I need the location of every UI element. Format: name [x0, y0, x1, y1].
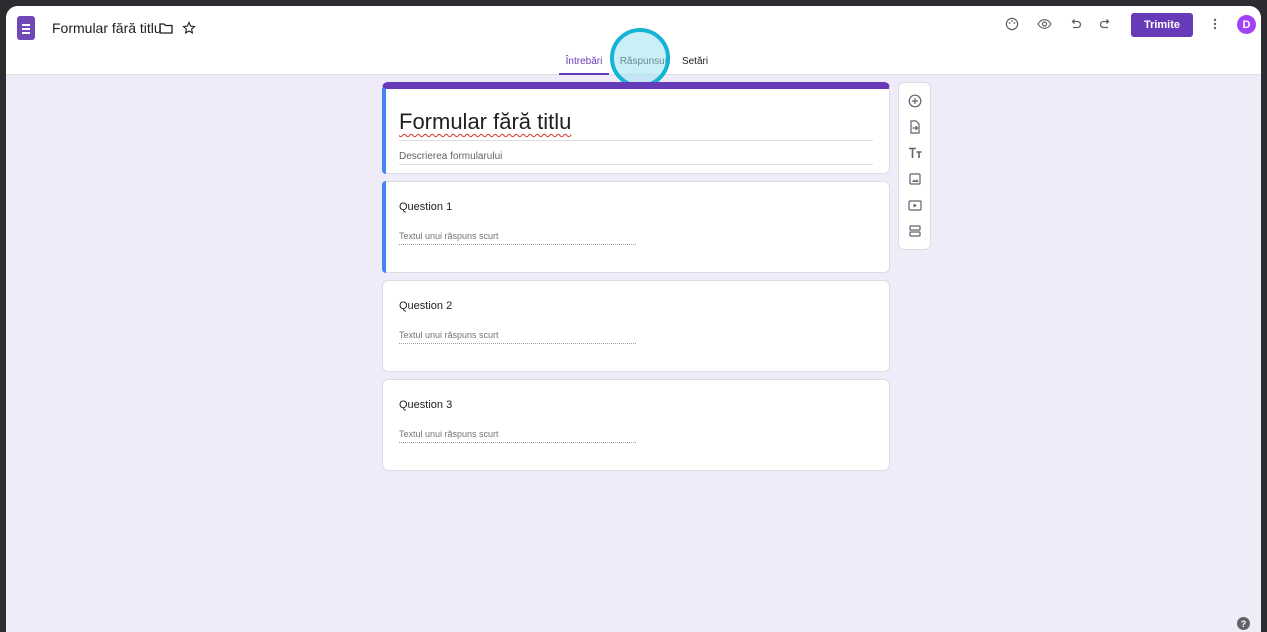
answer-underline	[399, 442, 636, 443]
short-answer-placeholder: Textul unui răspuns scurt	[399, 429, 499, 439]
avatar[interactable]: D	[1237, 15, 1256, 34]
add-video-icon[interactable]	[906, 196, 924, 214]
focus-bar	[382, 181, 386, 273]
question-title[interactable]: Question 2	[399, 300, 452, 312]
add-question-icon[interactable]	[906, 92, 924, 110]
answer-underline	[399, 244, 636, 245]
tab-settings[interactable]: Setări	[679, 56, 711, 75]
help-icon[interactable]: ?	[1237, 617, 1250, 630]
add-section-icon[interactable]	[906, 222, 924, 240]
form-title[interactable]: Formular fără titlu	[399, 109, 571, 135]
answer-underline	[399, 343, 636, 344]
undo-icon[interactable]	[1067, 16, 1083, 32]
import-questions-icon[interactable]	[906, 118, 924, 136]
tab-responses[interactable]: Răspunsuri	[616, 56, 674, 75]
tab-bar: Întrebări Răspunsuri Setări	[6, 56, 1261, 75]
form-description-field[interactable]: Descrierea formularului	[399, 151, 502, 162]
palette-icon[interactable]	[1004, 16, 1020, 32]
app-window: Formular fără titlu Trimite D Întrebări …	[6, 6, 1261, 632]
question-title[interactable]: Question 3	[399, 399, 452, 411]
add-title-icon[interactable]	[906, 144, 924, 162]
form-title-card[interactable]: Formular fără titlu Descrierea formularu…	[382, 82, 890, 174]
short-answer-placeholder: Textul unui răspuns scurt	[399, 330, 499, 340]
forms-logo-icon[interactable]	[17, 16, 35, 40]
star-icon[interactable]	[181, 20, 197, 36]
doc-title[interactable]: Formular fără titlu	[52, 20, 162, 36]
title-underline	[399, 140, 873, 141]
add-image-icon[interactable]	[906, 170, 924, 188]
question-card[interactable]: Question 1 Textul unui răspuns scurt	[382, 181, 890, 273]
folder-icon[interactable]	[158, 21, 174, 35]
more-vert-icon[interactable]	[1209, 16, 1221, 32]
tab-questions[interactable]: Întrebări	[559, 56, 609, 75]
floating-toolbar	[898, 82, 931, 250]
description-underline	[399, 164, 873, 165]
focus-bar	[382, 88, 386, 174]
question-title[interactable]: Question 1	[399, 201, 452, 213]
question-card[interactable]: Question 3 Textul unui răspuns scurt	[382, 379, 890, 471]
preview-eye-icon[interactable]	[1036, 16, 1052, 32]
short-answer-placeholder: Textul unui răspuns scurt	[399, 231, 499, 241]
redo-icon[interactable]	[1097, 16, 1113, 32]
send-button[interactable]: Trimite	[1131, 13, 1193, 37]
top-header: Formular fără titlu Trimite D Întrebări …	[6, 6, 1261, 75]
question-card[interactable]: Question 2 Textul unui răspuns scurt	[382, 280, 890, 372]
